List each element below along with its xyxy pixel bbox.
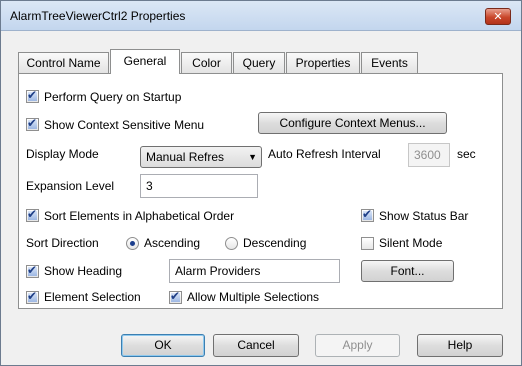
ok-button[interactable]: OK bbox=[121, 334, 205, 357]
expansion-level-input[interactable]: 3 bbox=[140, 174, 258, 198]
display-mode-value: Manual Refres bbox=[146, 150, 225, 164]
display-mode-select[interactable]: Manual Refres ▼ bbox=[140, 146, 262, 168]
show-heading-checkbox[interactable]: ✔ bbox=[26, 263, 39, 278]
ascending-radio[interactable] bbox=[126, 237, 139, 250]
dialog-client: Control Name General Color Query Propert… bbox=[5, 32, 517, 362]
properties-dialog: AlarmTreeViewerCtrl2 Properties ✕ Contro… bbox=[0, 0, 522, 366]
checkmark-icon: ✔ bbox=[27, 263, 38, 277]
chevron-down-icon: ▼ bbox=[248, 152, 257, 162]
context-menu-label: Show Context Sensitive Menu bbox=[44, 118, 205, 132]
heading-input[interactable]: Alarm Providers bbox=[169, 259, 340, 283]
silent-mode-label: Silent Mode bbox=[379, 236, 443, 250]
tab-color[interactable]: Color bbox=[181, 52, 232, 73]
status-bar-label: Show Status Bar bbox=[379, 209, 469, 223]
expansion-level-label: Expansion Level bbox=[26, 179, 115, 193]
apply-button[interactable]: Apply bbox=[315, 334, 400, 357]
font-button[interactable]: Font... bbox=[361, 260, 454, 282]
sort-direction-label: Sort Direction bbox=[26, 236, 99, 250]
tab-general[interactable]: General bbox=[110, 49, 180, 74]
perform-query-checkbox[interactable]: ✔ bbox=[26, 88, 39, 103]
tab-properties[interactable]: Properties bbox=[286, 52, 360, 73]
element-selection-label: Element Selection bbox=[44, 290, 141, 304]
auto-refresh-label: Auto Refresh Interval bbox=[268, 147, 381, 161]
tab-query[interactable]: Query bbox=[233, 52, 285, 73]
descending-radio[interactable] bbox=[225, 237, 238, 250]
window-title: AlarmTreeViewerCtrl2 Properties bbox=[10, 9, 186, 23]
auto-refresh-unit: sec bbox=[457, 147, 476, 161]
tab-control-name[interactable]: Control Name bbox=[18, 52, 109, 73]
sort-alpha-label: Sort Elements in Alphabetical Order bbox=[44, 209, 235, 223]
help-button[interactable]: Help bbox=[417, 334, 503, 357]
status-bar-checkbox[interactable]: ✔ bbox=[361, 207, 374, 222]
checkmark-icon: ✔ bbox=[362, 207, 373, 221]
configure-context-menus-button[interactable]: Configure Context Menus... bbox=[258, 112, 447, 134]
context-menu-checkbox[interactable]: ✔ bbox=[26, 116, 39, 131]
multi-select-label: Allow Multiple Selections bbox=[187, 290, 320, 304]
silent-mode-checkbox[interactable] bbox=[361, 237, 374, 250]
checkmark-icon: ✔ bbox=[170, 289, 181, 303]
element-selection-checkbox[interactable]: ✔ bbox=[26, 289, 39, 304]
perform-query-label: Perform Query on Startup bbox=[44, 90, 182, 104]
title-bar[interactable]: AlarmTreeViewerCtrl2 Properties ✕ bbox=[1, 1, 521, 31]
display-mode-label: Display Mode bbox=[26, 147, 99, 161]
close-icon: ✕ bbox=[493, 11, 503, 23]
descending-label: Descending bbox=[243, 236, 307, 250]
cancel-button[interactable]: Cancel bbox=[213, 334, 299, 357]
sort-alpha-checkbox[interactable]: ✔ bbox=[26, 207, 39, 222]
show-heading-label: Show Heading bbox=[44, 264, 123, 278]
checkmark-icon: ✔ bbox=[27, 289, 38, 303]
auto-refresh-input[interactable]: 3600 bbox=[408, 143, 450, 167]
general-tab-panel: ✔ Perform Query on Startup ✔ Show Contex… bbox=[18, 73, 503, 309]
checkmark-icon: ✔ bbox=[27, 207, 38, 221]
multi-select-checkbox[interactable]: ✔ bbox=[169, 289, 182, 304]
tab-events[interactable]: Events bbox=[361, 52, 418, 73]
ascending-label: Ascending bbox=[144, 236, 201, 250]
checkmark-icon: ✔ bbox=[27, 116, 38, 130]
checkmark-icon: ✔ bbox=[27, 88, 38, 102]
close-button[interactable]: ✕ bbox=[485, 8, 511, 25]
